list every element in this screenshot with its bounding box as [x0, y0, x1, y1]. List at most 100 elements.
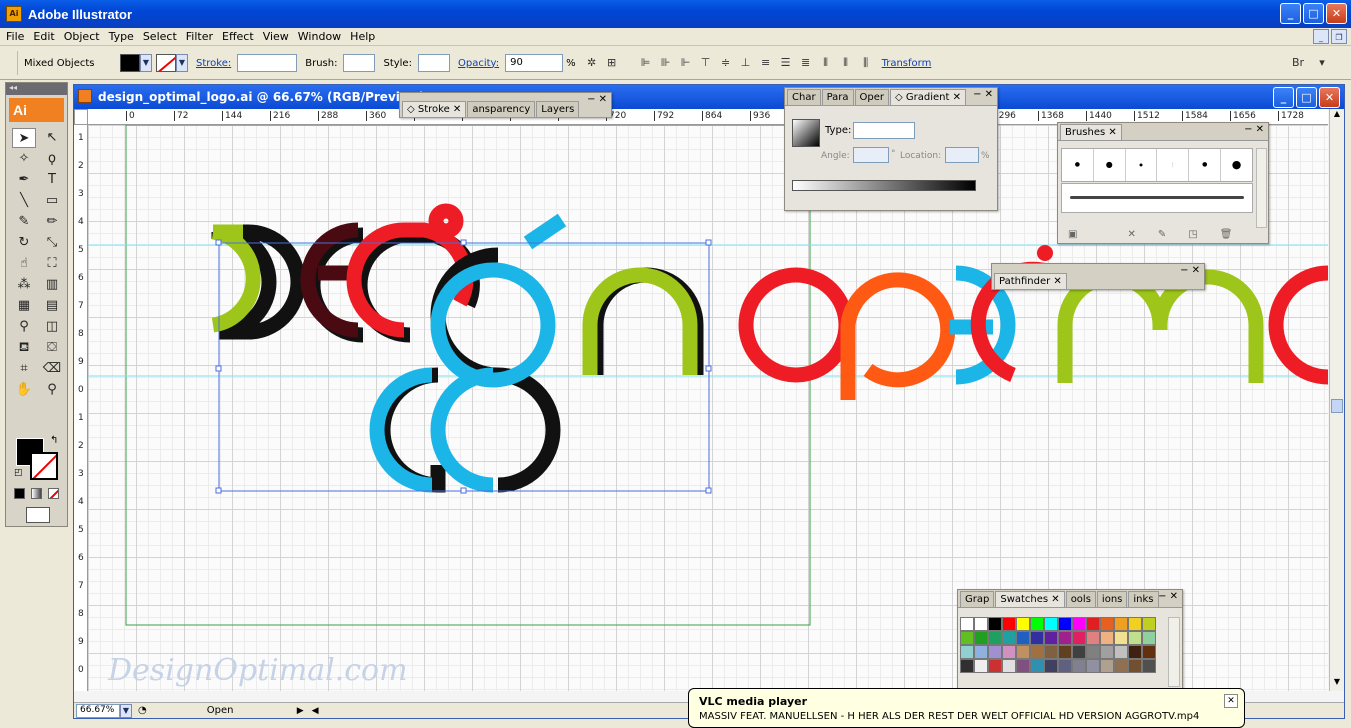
stroke-none-swatch[interactable]	[156, 54, 176, 72]
color-swatch[interactable]	[1114, 659, 1128, 673]
tab-brushes[interactable]: Brushes ✕	[1060, 124, 1122, 140]
crop-area-tool-icon[interactable]: ⌗	[12, 359, 36, 379]
color-swatch[interactable]	[1100, 617, 1114, 631]
direct-selection-tool-icon[interactable]: ↖	[40, 128, 64, 148]
color-swatch[interactable]	[1128, 659, 1142, 673]
tab-layers[interactable]: Layers	[536, 101, 580, 117]
tab-actions[interactable]: ions	[1096, 591, 1128, 607]
color-swatch[interactable]	[1100, 631, 1114, 645]
rectangle-tool-icon[interactable]: ▭	[40, 191, 64, 211]
color-swatch[interactable]	[1044, 645, 1058, 659]
color-swatch[interactable]	[1044, 659, 1058, 673]
scale-tool-icon[interactable]: ⤡	[40, 233, 64, 253]
scroll-thumb[interactable]	[1331, 399, 1343, 413]
color-swatch[interactable]	[1016, 645, 1030, 659]
opacity-field[interactable]: 90	[505, 54, 564, 72]
color-swatch[interactable]	[1030, 645, 1044, 659]
fill-dropdown-icon[interactable]: ▼	[140, 54, 152, 72]
tab-gradient[interactable]: ◇ Gradient ✕	[890, 89, 966, 105]
color-swatch[interactable]	[1030, 659, 1044, 673]
eraser-tool-icon[interactable]: ⌫	[40, 359, 64, 379]
color-swatch[interactable]	[1072, 659, 1086, 673]
symbol-sprayer-tool-icon[interactable]: ⁂	[12, 275, 36, 295]
line-tool-icon[interactable]: ╲	[12, 191, 36, 211]
color-swatch[interactable]	[1044, 617, 1058, 631]
lasso-tool-icon[interactable]: ϙ	[40, 149, 64, 169]
color-swatch[interactable]	[1142, 645, 1156, 659]
gradient-slider[interactable]	[792, 180, 976, 191]
color-swatch[interactable]	[1002, 631, 1016, 645]
menu-object[interactable]: Object	[64, 30, 100, 43]
align-left-icon[interactable]: ⊫	[636, 54, 656, 72]
color-swatch[interactable]	[1128, 645, 1142, 659]
stroke-panel-close-icon[interactable]: − ✕	[587, 94, 607, 105]
maximize-button[interactable]: □	[1303, 3, 1324, 24]
align-right-icon[interactable]: ⊩	[676, 54, 696, 72]
fill-color-swatch[interactable]	[120, 54, 140, 72]
zoom-dropdown-icon[interactable]: ▼	[120, 703, 132, 718]
menu-type[interactable]: Type	[109, 30, 134, 43]
color-swatch[interactable]	[1002, 645, 1016, 659]
hand-tool-icon[interactable]: ✋	[12, 380, 36, 400]
paintbrush-tool-icon[interactable]: ✎	[12, 212, 36, 232]
tab-links[interactable]: inks	[1128, 591, 1159, 607]
none-mode-icon[interactable]	[48, 488, 59, 499]
menu-edit[interactable]: Edit	[33, 30, 54, 43]
align-hcenter-icon[interactable]: ⊪	[656, 54, 676, 72]
color-swatch[interactable]	[1016, 631, 1030, 645]
color-swatch[interactable]	[1030, 631, 1044, 645]
color-swatch[interactable]	[1044, 631, 1058, 645]
color-swatch[interactable]	[974, 617, 988, 631]
blend-tool-icon[interactable]: ◫	[40, 317, 64, 337]
color-swatch[interactable]	[1086, 659, 1100, 673]
recolor-icon[interactable]: ✲	[582, 54, 602, 72]
brush-select[interactable]	[343, 54, 376, 72]
warp-tool-icon[interactable]: ☝	[12, 254, 36, 274]
color-swatch[interactable]	[1128, 631, 1142, 645]
doc-minimize-icon[interactable]: _	[1313, 29, 1329, 44]
color-swatch[interactable]	[1016, 659, 1030, 673]
swatches-scrollbar[interactable]	[1168, 617, 1180, 687]
live-paint-bucket-tool-icon[interactable]: ⛾	[12, 338, 36, 358]
color-swatch[interactable]	[1002, 659, 1016, 673]
ruler-origin[interactable]	[74, 109, 88, 125]
color-swatch[interactable]	[1100, 645, 1114, 659]
menu-effect[interactable]: Effect	[222, 30, 254, 43]
align-vcenter-icon[interactable]: ≑	[716, 54, 736, 72]
tab-swatches[interactable]: Swatches ✕	[995, 591, 1065, 607]
default-colors-icon[interactable]: ◰	[14, 468, 23, 478]
live-paint-selection-tool-icon[interactable]: ⛋	[40, 338, 64, 358]
color-swatch[interactable]	[1072, 631, 1086, 645]
align-top-icon[interactable]: ⊤	[696, 54, 716, 72]
menu-help[interactable]: Help	[350, 30, 375, 43]
doc-restore-icon[interactable]: ❐	[1331, 29, 1347, 44]
art-brush-stroke[interactable]	[1070, 196, 1244, 199]
color-swatch[interactable]	[1030, 617, 1044, 631]
pathfinder-panel-close-icon[interactable]: − ✕	[1180, 265, 1200, 276]
color-swatch[interactable]	[1114, 631, 1128, 645]
color-swatch[interactable]	[960, 659, 974, 673]
color-swatch[interactable]	[1058, 617, 1072, 631]
graph-tool-icon[interactable]: ▥	[40, 275, 64, 295]
color-swatch[interactable]	[1142, 659, 1156, 673]
brush-tip[interactable]: ●	[1094, 149, 1126, 181]
minimize-button[interactable]: _	[1280, 3, 1301, 24]
color-swatch[interactable]	[1142, 631, 1156, 645]
distribute-top-icon[interactable]: ≡	[756, 54, 776, 72]
scroll-down-icon[interactable]: ▼	[1330, 677, 1344, 691]
distribute-right-icon[interactable]: ⫼	[856, 54, 876, 72]
menu-filter[interactable]: Filter	[186, 30, 213, 43]
color-swatch[interactable]	[988, 659, 1002, 673]
tab-pathfinder[interactable]: Pathfinder ✕	[994, 273, 1067, 289]
status-menu-icon[interactable]: ◔	[138, 705, 147, 716]
vertical-ruler[interactable]: 1 2 3 4 5 6 7 8 9 0 1 2 3 4 5 6 7 8 9 0	[74, 125, 88, 691]
menu-view[interactable]: View	[263, 30, 289, 43]
color-swatch[interactable]	[960, 617, 974, 631]
color-swatch[interactable]	[1058, 659, 1072, 673]
remove-brush-stroke-icon[interactable]: ✕	[1127, 229, 1135, 240]
color-swatch[interactable]	[1100, 659, 1114, 673]
distribute-vcenter-icon[interactable]: ☰	[776, 54, 796, 72]
zoom-field[interactable]: 66.67%	[76, 703, 120, 718]
screen-mode-icon[interactable]	[26, 507, 50, 523]
color-swatch[interactable]	[1114, 617, 1128, 631]
